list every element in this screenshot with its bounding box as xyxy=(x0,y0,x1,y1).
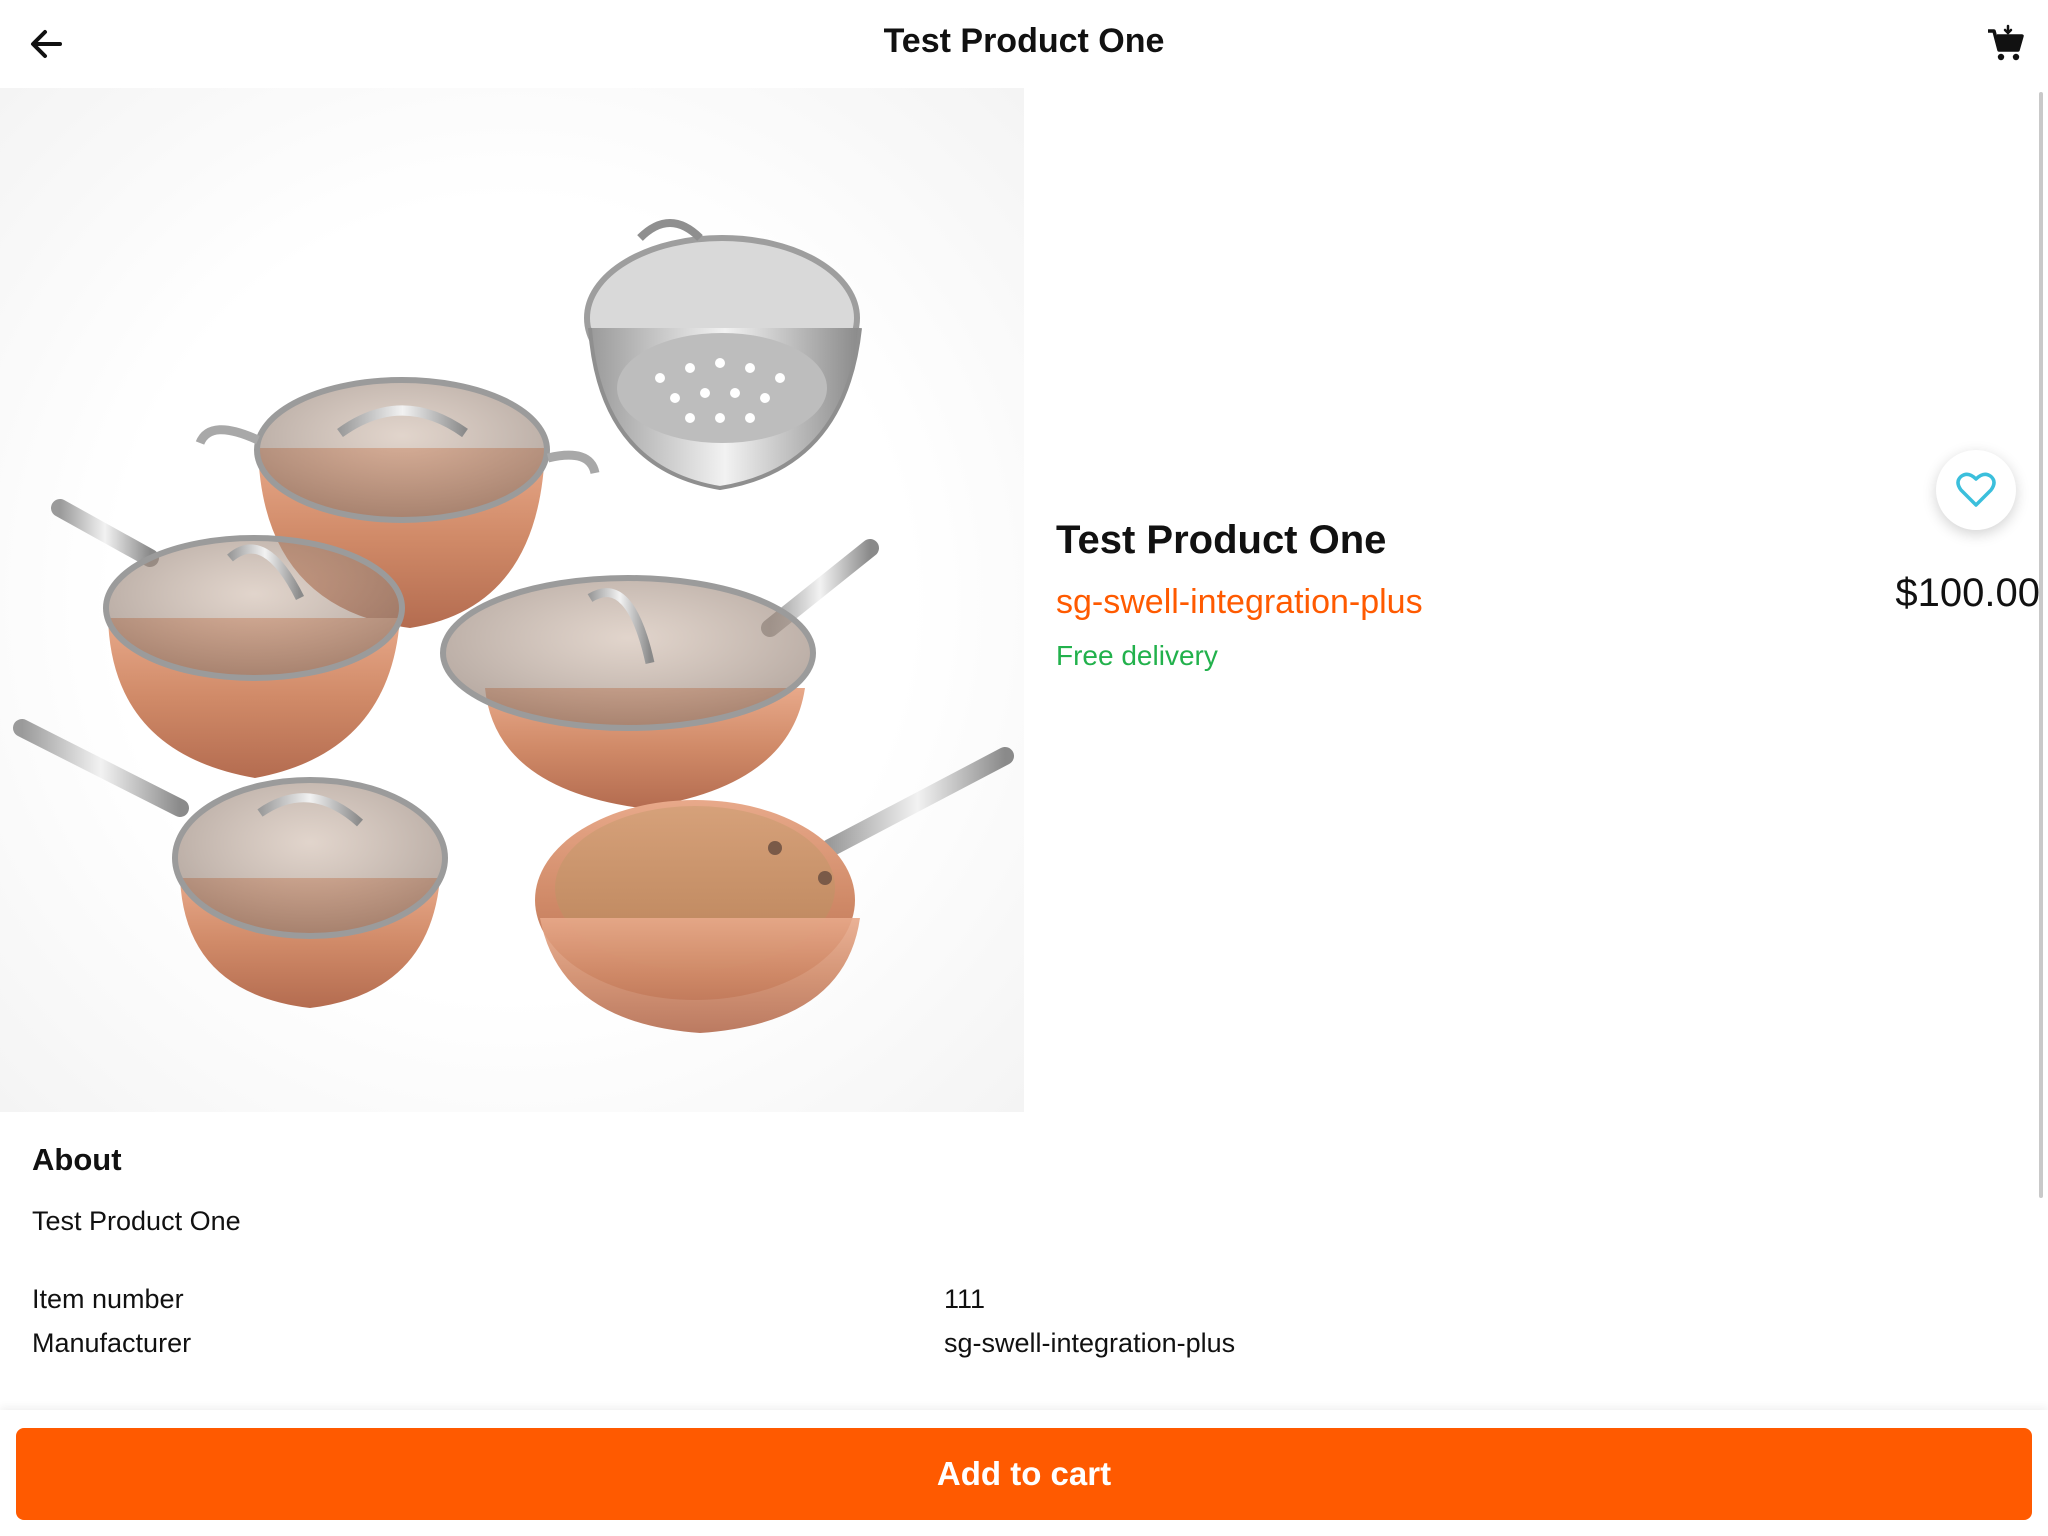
vendor-link[interactable]: sg-swell-integration-plus xyxy=(1056,583,1423,622)
add-to-cart-button[interactable]: Add to cart xyxy=(16,1428,2032,1520)
spec-label: Manufacturer xyxy=(32,1328,192,1358)
spec-row-item-number: Item number 111 xyxy=(32,1284,2012,1324)
about-description: Test Product One xyxy=(32,1206,241,1236)
page-title: Test Product One xyxy=(883,22,1165,60)
spec-value: sg-swell-integration-plus xyxy=(944,1328,1236,1358)
spec-value: 111 xyxy=(944,1284,986,1314)
product-detail-screen: Test Product One Test Product One sg-swe… xyxy=(0,0,2048,1536)
spec-row-manufacturer: Manufacturer sg-swell-integration-plus xyxy=(32,1328,2012,1368)
product-name: Test Product One xyxy=(1056,518,1387,562)
product-price: $100.00 xyxy=(1895,571,2040,615)
cookware-illustration xyxy=(13,219,1014,1033)
about-heading: About xyxy=(32,1142,122,1177)
favorite-button[interactable] xyxy=(1936,450,2016,530)
steamer-insert xyxy=(584,219,862,491)
saute-pan xyxy=(440,539,879,808)
spec-label: Item number xyxy=(32,1284,184,1314)
top-bar: Test Product One xyxy=(0,0,2048,88)
scrollbar[interactable] xyxy=(2039,92,2043,1198)
product-image[interactable] xyxy=(0,88,1024,1112)
heart-outline-icon xyxy=(1956,472,1996,507)
cart-icon xyxy=(1988,24,2024,61)
product-info: Test Product One sg-swell-integration-pl… xyxy=(1024,88,2048,1112)
cart-button[interactable] xyxy=(1980,18,2032,70)
delivery-info: Free delivery xyxy=(1056,640,1218,671)
bottom-action-bar: Add to cart xyxy=(0,1410,2048,1536)
